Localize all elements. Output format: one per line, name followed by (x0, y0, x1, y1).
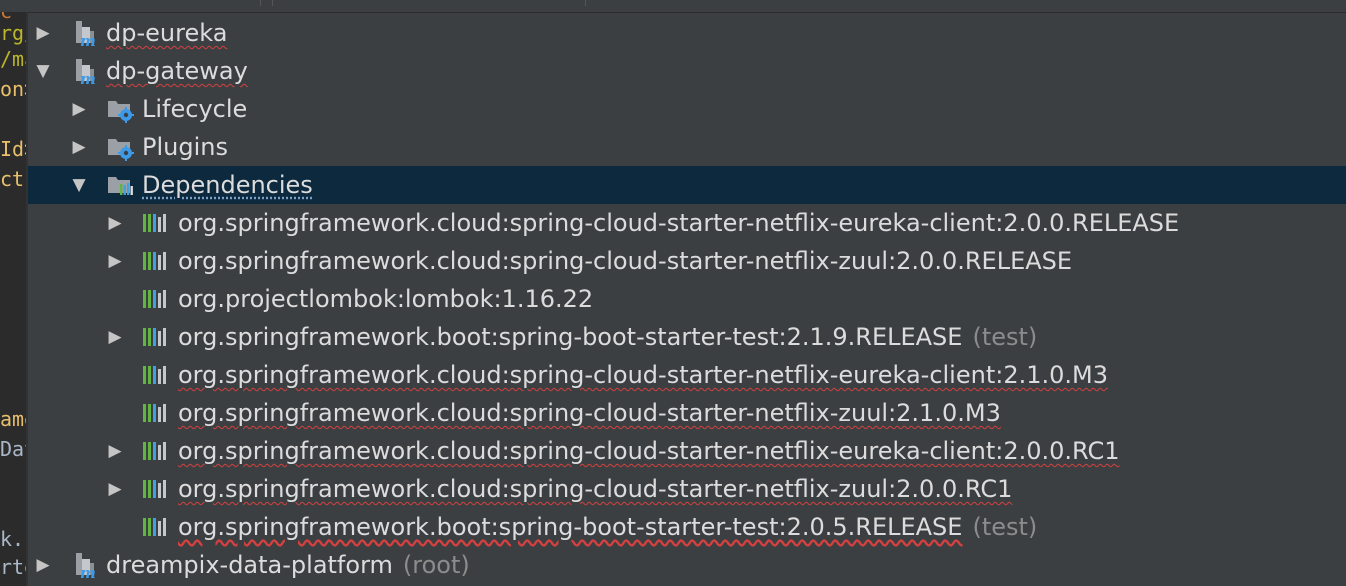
maven-module-icon (72, 551, 100, 579)
tree-node-dependencies[interactable]: ▼ Dependencies (28, 166, 1346, 204)
tree-node-dreampix-data-platform[interactable]: ▶ dreampix-data-platform (root) (28, 546, 1346, 584)
dependency-name: org.springframework.cloud:spring-cloud-s… (178, 361, 1108, 389)
dependency-name: org.springframework.cloud:spring-cloud-s… (178, 475, 1013, 503)
folder-name: Plugins (142, 133, 228, 161)
dependency-label: org.projectlombok:lombok:1.16.22 (178, 284, 593, 314)
triangle-right-icon[interactable]: ▶ (70, 100, 88, 118)
folder-name: Lifecycle (142, 95, 248, 123)
module-name: dp-gateway (106, 57, 248, 85)
library-bars-icon (140, 513, 168, 541)
scope-label: (test) (972, 513, 1038, 541)
module-label: dreampix-data-platform (root) (106, 550, 470, 580)
dependency-item[interactable]: org.projectlombok:lombok:1.16.22 (28, 280, 1346, 318)
triangle-right-icon[interactable]: ▶ (106, 442, 124, 460)
library-bars-icon (140, 285, 168, 313)
editor-text: k.b (0, 527, 26, 551)
library-bars-icon (140, 475, 168, 503)
library-bars-icon (140, 437, 168, 465)
editor-text: Id> (0, 137, 26, 161)
toolbar-separator (272, 0, 273, 6)
module-name: dreampix-data-platform (106, 551, 393, 579)
dependency-label: org.springframework.boot:spring-boot-sta… (178, 322, 1037, 352)
dependency-item[interactable]: ▶ org.springframework.cloud:spring-cloud… (28, 470, 1346, 508)
editor-text: rte (0, 555, 26, 579)
dependency-name: org.springframework.boot:spring-boot-sta… (178, 323, 963, 351)
dependency-name: org.springframework.boot:spring-boot-sta… (178, 513, 963, 541)
editor-text: Dat (0, 437, 26, 461)
dependency-label: org.springframework.cloud:spring-cloud-s… (178, 208, 1179, 238)
editor-text: ame (0, 407, 26, 431)
dependency-name: org.springframework.cloud:spring-cloud-s… (178, 209, 1180, 237)
tree-node-dp-gateway[interactable]: ▼ dp-gateway (28, 52, 1346, 90)
editor-fragment: c rg/ /ma on> Id> ctI ame Dat k.b rte (0, 12, 26, 586)
triangle-right-icon[interactable]: ▶ (34, 556, 52, 574)
maven-projects-panel: c rg/ /ma on> Id> ctI ame Dat k.b rte m (0, 0, 1346, 586)
dependency-item[interactable]: ▶ org.springframework.cloud:spring-cloud… (28, 204, 1346, 242)
maven-module-icon (72, 19, 100, 47)
triangle-down-icon[interactable]: ▼ (34, 62, 52, 80)
library-bars-icon (140, 323, 168, 351)
triangle-right-icon[interactable]: ▶ (106, 252, 124, 270)
library-bars-icon (140, 209, 168, 237)
triangle-right-icon[interactable]: ▶ (70, 138, 88, 156)
toolbar-separator (260, 0, 261, 6)
module-name: dp-eureka (106, 19, 228, 47)
dependency-label: org.springframework.cloud:spring-cloud-s… (178, 398, 1001, 428)
maven-module-icon (72, 57, 100, 85)
library-bars-icon (140, 361, 168, 389)
root-label: (root) (402, 551, 470, 579)
folder-gear-icon (106, 133, 134, 161)
folder-name: Dependencies (142, 171, 313, 199)
dependency-label: org.springframework.cloud:spring-cloud-s… (178, 474, 1012, 504)
dependency-item[interactable]: ▶ org.springframework.cloud:spring-cloud… (28, 242, 1346, 280)
editor-text: on> (0, 77, 26, 101)
triangle-right-icon[interactable]: ▶ (34, 24, 52, 42)
dependency-item[interactable]: org.springframework.cloud:spring-cloud-s… (28, 356, 1346, 394)
library-bars-icon (140, 247, 168, 275)
toolbar-strip (0, 0, 1346, 13)
folder-library-icon (106, 171, 134, 199)
editor-text: ctI (0, 167, 26, 191)
dependency-label: org.springframework.cloud:spring-cloud-s… (178, 436, 1120, 466)
dependency-item[interactable]: org.springframework.boot:spring-boot-sta… (28, 508, 1346, 546)
project-tree: ▶ dp-eureka ▼ dp-gateway ▶ Lifecycle ▶ P… (28, 14, 1346, 584)
editor-text: rg/ (0, 21, 26, 45)
triangle-right-icon[interactable]: ▶ (106, 328, 124, 346)
tree-node-plugins[interactable]: ▶ Plugins (28, 128, 1346, 166)
triangle-right-icon[interactable]: ▶ (106, 214, 124, 232)
dependency-name: org.projectlombok:lombok:1.16.22 (178, 285, 594, 313)
tree-node-lifecycle[interactable]: ▶ Lifecycle (28, 90, 1346, 128)
dependency-item[interactable]: org.springframework.cloud:spring-cloud-s… (28, 394, 1346, 432)
dependency-name: org.springframework.cloud:spring-cloud-s… (178, 247, 1073, 275)
folder-gear-icon (106, 95, 134, 123)
dependency-name: org.springframework.cloud:spring-cloud-s… (178, 437, 1120, 465)
dependency-name: org.springframework.cloud:spring-cloud-s… (178, 399, 1001, 427)
triangle-right-icon[interactable]: ▶ (106, 480, 124, 498)
scope-label: (test) (972, 323, 1038, 351)
dependency-label: org.springframework.boot:spring-boot-sta… (178, 512, 1037, 542)
triangle-down-icon[interactable]: ▼ (70, 176, 88, 194)
dependency-item[interactable]: ▶ org.springframework.boot:spring-boot-s… (28, 318, 1346, 356)
dependency-label: org.springframework.cloud:spring-cloud-s… (178, 246, 1072, 276)
editor-text: /ma (0, 47, 26, 71)
library-bars-icon (140, 399, 168, 427)
dependency-label: org.springframework.cloud:spring-cloud-s… (178, 360, 1108, 390)
dependency-item[interactable]: ▶ org.springframework.cloud:spring-cloud… (28, 432, 1346, 470)
tree-node-dp-eureka[interactable]: ▶ dp-eureka (28, 14, 1346, 52)
toolbar-separator (585, 0, 586, 6)
